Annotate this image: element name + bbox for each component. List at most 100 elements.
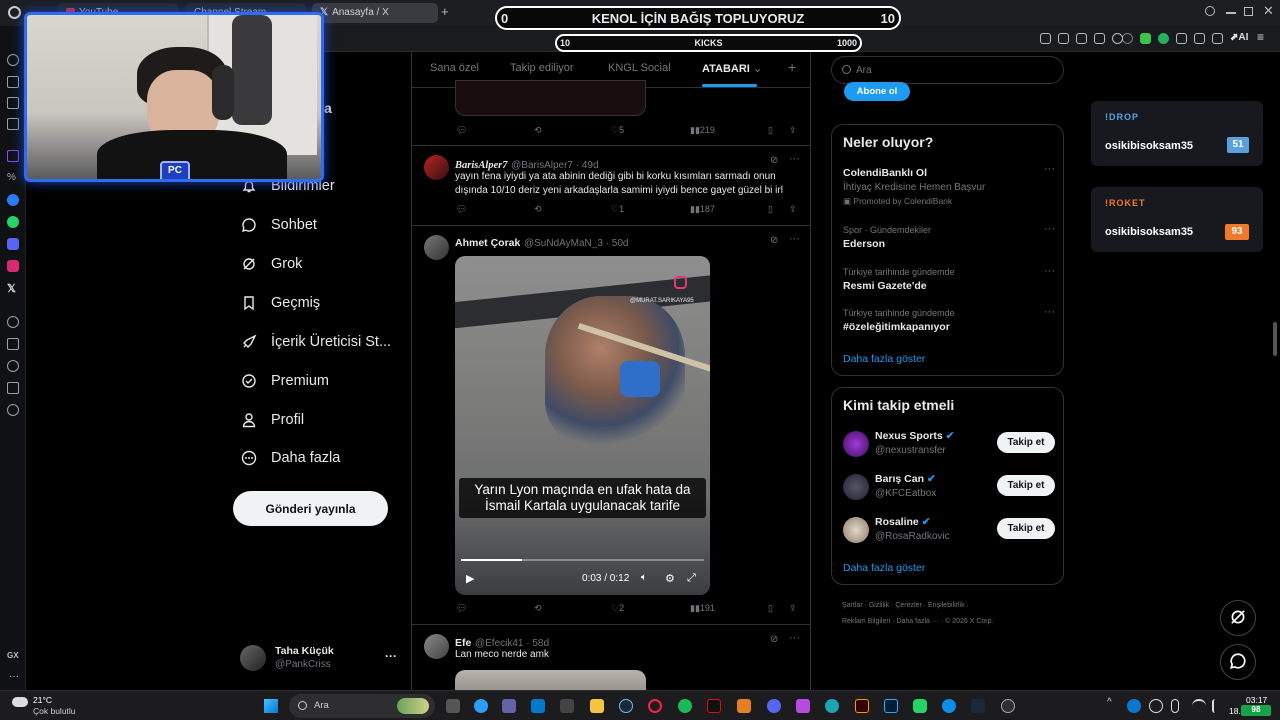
instagram-icon[interactable] — [7, 260, 19, 272]
trend-more-icon[interactable]: ··· — [1044, 163, 1055, 175]
bookmark-icon[interactable]: ▯ — [768, 603, 773, 614]
start-button[interactable] — [264, 699, 278, 713]
tweet-avatar[interactable] — [424, 155, 449, 180]
footer-terms-link[interactable]: Şartlar — [842, 602, 863, 609]
opera-logo-icon[interactable] — [8, 6, 21, 19]
nav-creator-studio[interactable]: İçerik Üreticisi St... — [240, 327, 391, 357]
steam-app-icon[interactable] — [971, 699, 985, 713]
task-view-icon[interactable] — [446, 699, 460, 713]
copilot-icon[interactable] — [474, 699, 488, 713]
nav-premium[interactable]: Premium — [240, 366, 329, 396]
netflix-icon[interactable] — [707, 699, 721, 713]
tray-shield-icon[interactable] — [1149, 699, 1163, 713]
twitch-icon[interactable] — [7, 150, 19, 162]
follow-suggestion[interactable]: Nexus Sports ✔ @nexustransfer Takip et — [843, 428, 1055, 462]
footer-more-link[interactable]: Daha fazla ··· — [896, 618, 938, 625]
vscode-icon[interactable] — [531, 699, 545, 713]
tab-for-you[interactable]: Sana özel — [430, 62, 479, 74]
settings-icon[interactable]: ⚙ — [665, 572, 675, 585]
tweet[interactable]: Efe @Efecik41 · 58d ⊘ ··· Lan meco nerde… — [412, 626, 810, 692]
whatsapp-icon[interactable] — [7, 216, 19, 228]
bookmark-icon[interactable]: ▯ — [768, 204, 773, 215]
messages-float-button[interactable] — [1220, 644, 1256, 680]
new-tab-button[interactable]: + — [441, 4, 449, 19]
whatsapp-icon[interactable] — [913, 699, 927, 713]
retweet-icon[interactable]: ⟲ — [534, 125, 542, 136]
tweet-author-name[interactable]: Ahmet Çorak — [455, 237, 520, 249]
follow-suggestion[interactable]: Rosaline ✔ @RosaRadkovic Takip et — [843, 514, 1055, 548]
x-icon[interactable]: 𝕏 — [7, 282, 19, 295]
tweet[interactable]: 💬︎ ⟲ ♡ 5 ▮▮ 219 ▯ ⇪ — [412, 80, 810, 146]
grok-icon[interactable]: ⊘ — [770, 634, 778, 645]
reply-icon[interactable]: 💬︎ — [456, 204, 467, 215]
camera-icon[interactable] — [1058, 33, 1069, 44]
share-icon[interactable]: ⇪ — [789, 204, 797, 215]
edge-icon[interactable] — [942, 699, 956, 713]
opera-gx-icon[interactable] — [648, 699, 662, 713]
share-icon[interactable]: ⇪ — [789, 603, 797, 614]
minimize-icon[interactable] — [1226, 12, 1236, 14]
trend-item[interactable]: Türkiye tarihinde gündemde #özeleğitimka… — [843, 306, 1055, 333]
tweet[interactable]: Ahmet Çorak @SuNdAyMaN_3 · 50d ⊘ ··· @MU… — [412, 227, 810, 625]
tweet-more-icon[interactable]: ··· — [789, 153, 800, 165]
explorer-icon[interactable] — [590, 699, 604, 713]
account-more-icon[interactable]: ··· — [385, 649, 397, 663]
gx-extension-icon[interactable] — [1140, 33, 1151, 44]
settings-gear-icon[interactable] — [7, 404, 19, 416]
scrollbar-thumb[interactable] — [1273, 322, 1277, 356]
history-icon[interactable] — [7, 316, 19, 328]
nav-bookmarks[interactable]: Geçmiş — [240, 288, 320, 318]
bookmark-icon[interactable]: ▯ — [768, 125, 773, 136]
tab-atabari[interactable]: ATABARI ⌄ — [702, 62, 762, 75]
store-icon[interactable] — [560, 699, 574, 713]
taskbar-search[interactable]: Ara — [289, 694, 435, 718]
tweet-media[interactable] — [455, 80, 646, 116]
grok-float-button[interactable] — [1220, 600, 1256, 636]
steam-icon[interactable] — [619, 699, 633, 713]
box-icon[interactable] — [1194, 33, 1205, 44]
discord-icon[interactable] — [767, 699, 781, 713]
notification-badge[interactable]: 98 — [1241, 705, 1271, 716]
bookmark-add-icon[interactable] — [1094, 33, 1105, 44]
search-tabs-icon[interactable] — [1205, 6, 1215, 16]
capcut-icon[interactable] — [825, 699, 839, 713]
photos-icon[interactable] — [796, 699, 810, 713]
footer-cookies-link[interactable]: Çerezler — [895, 602, 921, 609]
pin-icon[interactable] — [1040, 33, 1051, 44]
search-box[interactable]: Ara — [831, 56, 1064, 84]
volume-icon[interactable] — [1212, 699, 1226, 713]
tweet-media[interactable] — [455, 670, 646, 692]
weather-temp[interactable]: 21°C — [33, 695, 52, 705]
reply-icon[interactable]: 💬︎ — [456, 603, 467, 614]
trend-more-icon[interactable]: ··· — [1044, 306, 1055, 318]
ai-icon[interactable]: ⬈AI — [1230, 32, 1248, 43]
cube-icon[interactable] — [7, 382, 19, 394]
like-button[interactable]: ♡ 1 — [611, 204, 624, 215]
download-icon[interactable] — [1212, 33, 1223, 44]
grok-icon[interactable]: ⊘ — [770, 155, 778, 166]
post-button[interactable]: Gönderi yayınla — [233, 491, 388, 526]
weather-desc[interactable]: Çok bulutlu — [33, 706, 76, 716]
percent-icon[interactable]: % — [7, 172, 19, 184]
x-app-icon[interactable] — [737, 699, 751, 713]
nav-profile[interactable]: Profil — [240, 405, 304, 435]
account-switcher[interactable]: Taha Küçük @PankCriss ··· — [240, 643, 400, 675]
teams-icon[interactable] — [502, 699, 516, 713]
spotify-icon[interactable] — [678, 699, 692, 713]
news-icon[interactable] — [7, 97, 19, 109]
tray-chevron-icon[interactable]: ^ — [1107, 697, 1112, 708]
wifi-icon[interactable] — [1192, 699, 1206, 713]
follow-show-more-link[interactable]: Daha fazla göster — [843, 562, 925, 574]
browser-tab-x[interactable]: 𝕏 Anasayfa / X — [312, 3, 438, 23]
subscribe-button[interactable]: Abone ol — [844, 82, 910, 101]
add-tab-button[interactable]: + — [788, 59, 796, 75]
follow-suggestion[interactable]: Barış Can ✔ @KFCEatbox Takip et — [843, 471, 1055, 505]
fullscreen-icon[interactable]: ⤢ — [687, 572, 696, 585]
trend-item[interactable]: ColendiBanklı Ol İhtiyaç Kredisine Hemen… — [843, 163, 1055, 207]
tweet-avatar[interactable] — [424, 235, 449, 260]
maximize-icon[interactable] — [1244, 7, 1253, 16]
heart-icon[interactable] — [1122, 33, 1133, 44]
like-button[interactable]: ♡ 2 — [611, 603, 624, 614]
tweet-more-icon[interactable]: ··· — [789, 233, 800, 245]
retweet-icon[interactable]: ⟲ — [534, 603, 542, 614]
